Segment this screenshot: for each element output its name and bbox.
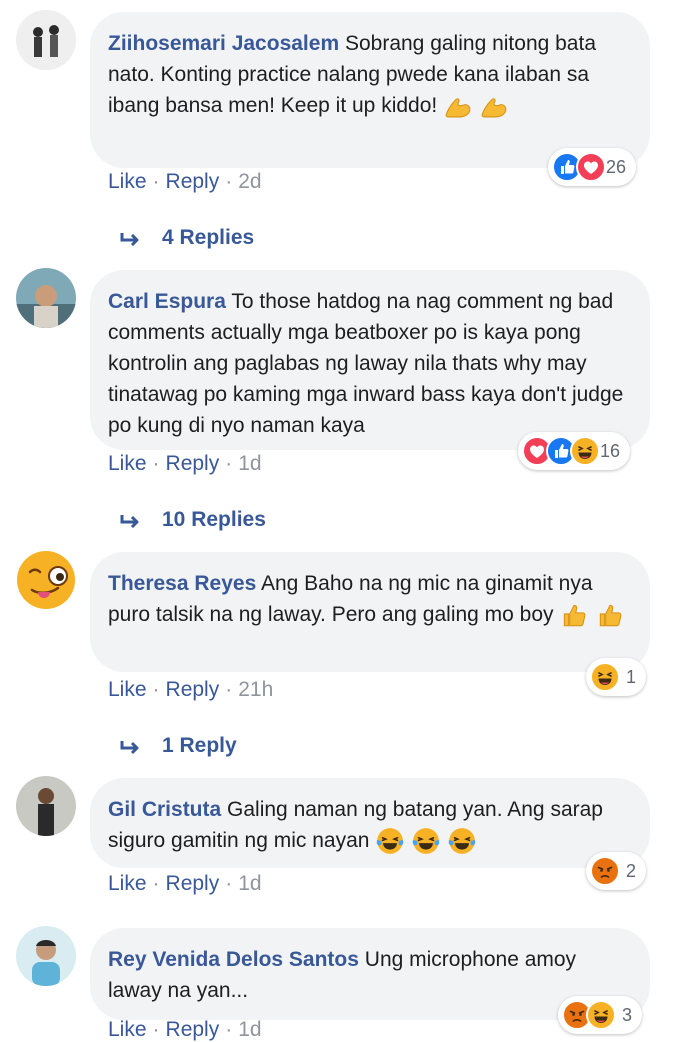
like-button[interactable]: Like	[108, 678, 147, 701]
avatar[interactable]	[16, 10, 76, 70]
separator: ·	[225, 1018, 233, 1041]
angry-reaction-icon	[590, 856, 620, 886]
tears-of-joy-icon	[376, 827, 405, 856]
reply-arrow-icon	[120, 513, 139, 529]
comment-actions: Like · Reply · 1d	[108, 452, 262, 476]
reaction-summary[interactable]: 1	[586, 658, 647, 696]
replies-label: 10 Replies	[162, 508, 266, 531]
reaction-count: 2	[626, 860, 637, 881]
separator: ·	[152, 678, 160, 701]
comment-actions: Like · Reply · 2d	[108, 170, 262, 194]
like-button[interactable]: Like	[108, 1018, 147, 1041]
timestamp[interactable]: 1d	[238, 872, 261, 895]
separator: ·	[225, 452, 233, 475]
reply-button[interactable]: Reply	[166, 678, 220, 701]
comment-actions: Like · Reply · 21h	[108, 678, 273, 702]
tears-of-joy-icon	[447, 827, 477, 856]
reaction-count: 26	[606, 156, 627, 177]
avatar[interactable]	[16, 776, 76, 836]
separator: ·	[225, 170, 233, 193]
love-reaction-icon	[576, 152, 606, 182]
reply-button[interactable]: Reply	[166, 170, 220, 193]
separator: ·	[152, 872, 160, 895]
reaction-count: 16	[600, 440, 621, 461]
comment-author[interactable]: Gil Cristuta	[108, 798, 221, 821]
separator: ·	[152, 452, 160, 475]
reply-arrow-icon	[120, 231, 139, 247]
comment-author[interactable]: Theresa Reyes	[108, 572, 256, 595]
avatar[interactable]	[16, 926, 76, 986]
separator: ·	[152, 170, 160, 193]
thumbs-up-icon	[564, 605, 586, 627]
like-button[interactable]: Like	[108, 170, 147, 193]
reaction-summary[interactable]: 16	[518, 432, 631, 470]
timestamp[interactable]: 2d	[238, 170, 261, 193]
comment-bubble: Ziihosemari Jacosalem Sobrang galing nit…	[90, 12, 650, 168]
like-button[interactable]: Like	[108, 872, 147, 895]
avatar[interactable]	[16, 550, 76, 610]
timestamp[interactable]: 1d	[238, 452, 261, 475]
flexed-biceps-icon	[481, 98, 507, 118]
haha-reaction-icon	[590, 662, 620, 692]
view-replies-link[interactable]: 1 Reply	[120, 734, 237, 758]
avatar[interactable]	[16, 268, 76, 328]
like-button[interactable]: Like	[108, 452, 147, 475]
reply-button[interactable]: Reply	[166, 872, 220, 895]
comment-actions: Like · Reply · 1d	[108, 1018, 262, 1042]
reply-arrow-icon	[120, 739, 139, 755]
comment-actions: Like · Reply · 1d	[108, 872, 262, 896]
reply-button[interactable]: Reply	[166, 1018, 220, 1041]
flexed-biceps-icon	[445, 98, 471, 118]
timestamp[interactable]: 1d	[238, 1018, 261, 1041]
replies-label: 1 Reply	[162, 734, 237, 757]
reaction-count: 1	[626, 666, 637, 687]
separator: ·	[152, 1018, 160, 1041]
reaction-summary[interactable]: 3	[558, 996, 643, 1034]
view-replies-link[interactable]: 4 Replies	[120, 226, 254, 250]
reaction-summary[interactable]: 2	[586, 852, 647, 890]
comment-bubble: Carl Espura To those hatdog na nag comme…	[90, 270, 650, 450]
reply-button[interactable]: Reply	[166, 452, 220, 475]
timestamp[interactable]: 21h	[238, 678, 273, 701]
thumbs-up-icon	[600, 605, 622, 627]
reaction-summary[interactable]: 26	[548, 148, 637, 186]
replies-label: 4 Replies	[162, 226, 255, 249]
separator: ·	[225, 678, 233, 701]
comment-author[interactable]: Ziihosemari Jacosalem	[108, 32, 339, 55]
comment-bubble: Theresa Reyes Ang Baho na ng mic na gina…	[90, 552, 650, 672]
haha-reaction-icon	[586, 1000, 616, 1030]
haha-reaction-icon	[570, 436, 600, 466]
reaction-count: 3	[622, 1004, 633, 1025]
view-replies-link[interactable]: 10 Replies	[120, 508, 266, 532]
comment-bubble: Gil Cristuta Galing naman ng batang yan.…	[90, 778, 650, 868]
tears-of-joy-icon	[412, 827, 441, 856]
comment-author[interactable]: Rey Venida Delos Santos	[108, 948, 359, 971]
comment-author[interactable]: Carl Espura	[108, 290, 226, 313]
separator: ·	[225, 872, 233, 895]
